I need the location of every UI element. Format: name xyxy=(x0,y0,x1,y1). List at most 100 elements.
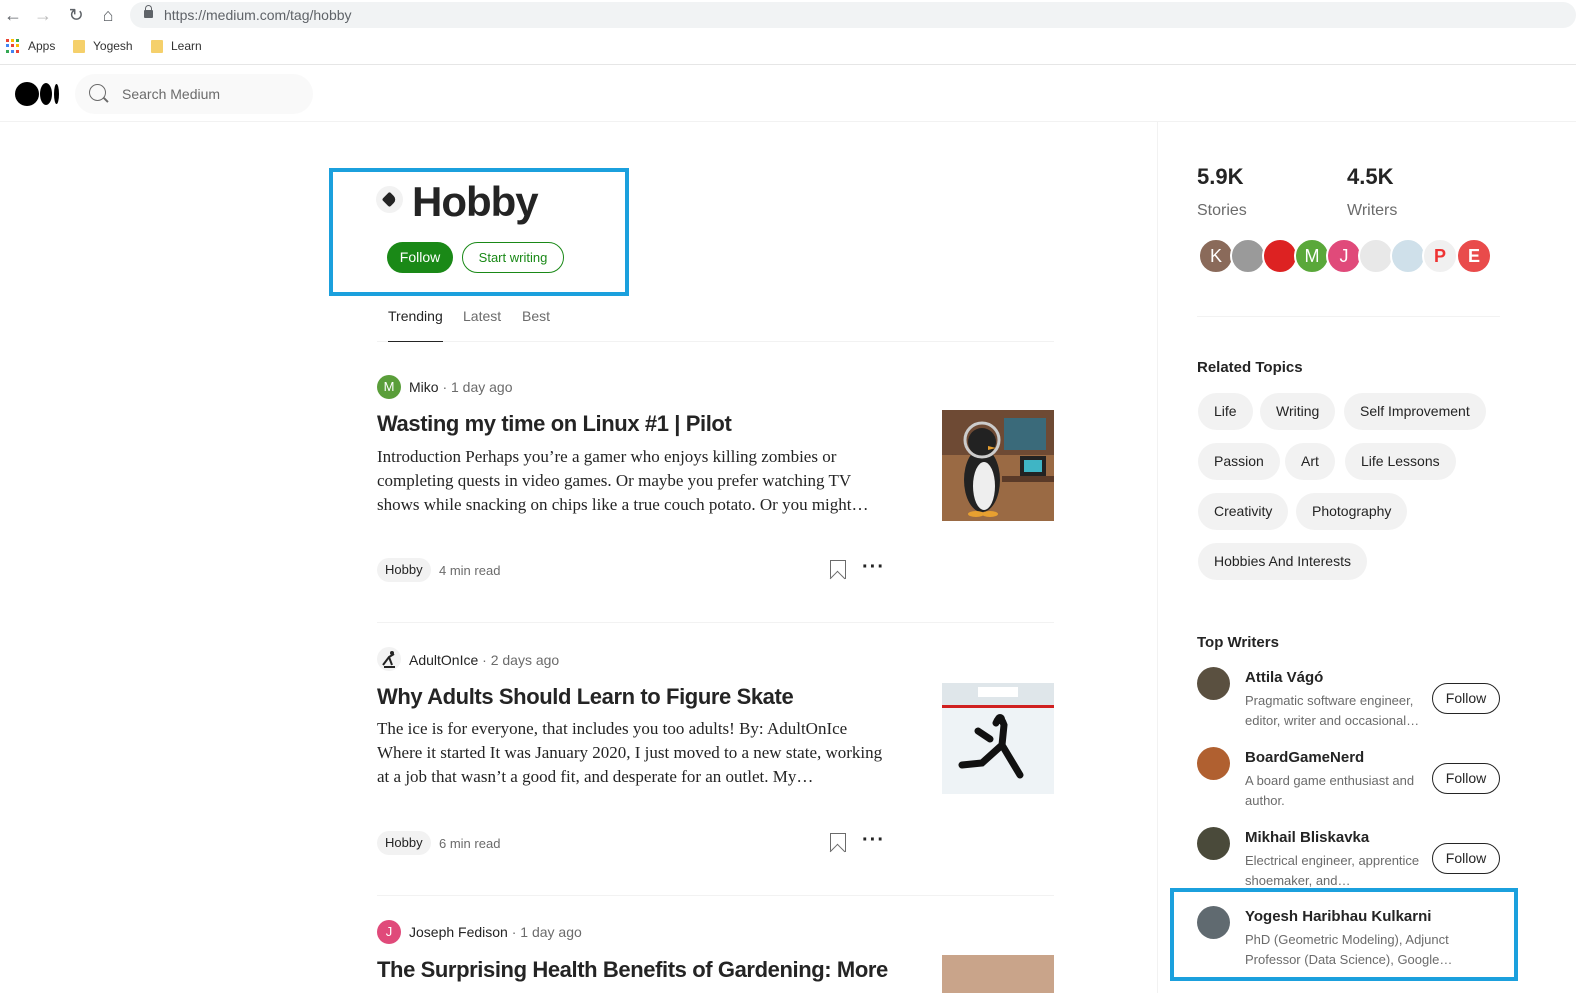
top-writers-heading: Top Writers xyxy=(1197,634,1279,651)
post-excerpt[interactable]: Introduction Perhaps you’re a gamer who … xyxy=(377,445,887,517)
bookmark-add-icon[interactable] xyxy=(830,833,846,852)
feed-tabs: Trending Latest Best xyxy=(377,300,1054,342)
writer-row[interactable]: Yogesh Haribhau Kulkarni PhD (Geometric … xyxy=(1197,906,1507,976)
writer-name[interactable]: BoardGameNerd xyxy=(1245,749,1364,766)
read-time: 4 min read xyxy=(439,563,501,578)
author-name[interactable]: AdultOnIce xyxy=(409,652,478,668)
writer-avatar[interactable] xyxy=(1230,238,1266,274)
follow-button[interactable]: Follow xyxy=(387,242,453,273)
tab-latest[interactable]: Latest xyxy=(463,308,501,324)
topic-chip[interactable]: Passion xyxy=(1198,443,1280,480)
address-bar[interactable]: https://medium.com/tag/hobby xyxy=(130,2,1576,28)
tag-chip[interactable]: Hobby xyxy=(377,831,431,855)
author-line: Miko · 1 day ago xyxy=(409,379,513,395)
writer-avatar[interactable] xyxy=(1262,238,1298,274)
post-title[interactable]: Wasting my time on Linux #1 | Pilot xyxy=(377,411,732,437)
bookmark-label: Yogesh xyxy=(93,39,133,53)
post-date: · 2 days ago xyxy=(482,652,560,668)
more-options-icon[interactable]: ··· xyxy=(862,829,885,852)
bookmark-label: Apps xyxy=(28,39,56,53)
penguin-image xyxy=(942,410,1054,521)
back-icon[interactable]: ← xyxy=(3,5,23,25)
author-avatar: M xyxy=(377,375,401,399)
writer-row[interactable]: BoardGameNerd A board game enthusiast an… xyxy=(1197,747,1507,817)
site-header: Search Medium xyxy=(0,66,1576,122)
tag-chip[interactable]: Hobby xyxy=(377,558,431,582)
post-date: · 1 day ago xyxy=(442,379,513,395)
writer-avatar[interactable]: K xyxy=(1198,238,1234,274)
search-icon xyxy=(89,84,106,101)
post-card[interactable]: J Joseph Fedison · 1 day ago The Surpris… xyxy=(377,896,1054,993)
home-icon[interactable]: ⌂ xyxy=(98,5,118,25)
follow-writer-button[interactable]: Follow xyxy=(1432,843,1500,874)
topic-chip[interactable]: Self Improvement xyxy=(1344,393,1486,430)
writer-bio: Electrical engineer, apprentice shoemake… xyxy=(1245,853,1420,888)
topic-chip[interactable]: Creativity xyxy=(1198,493,1289,530)
page-title: Hobby xyxy=(412,178,539,225)
skater-logo-icon xyxy=(382,651,395,668)
bookmark-learn[interactable]: Learn xyxy=(151,38,202,54)
browser-chrome: ← → ↻ ⌂ https://medium.com/tag/hobby App… xyxy=(0,0,1576,65)
writer-bio: Pragmatic software engineer, editor, wri… xyxy=(1245,693,1420,728)
bookmark-apps[interactable]: Apps xyxy=(6,38,55,54)
medium-logo[interactable] xyxy=(15,82,59,106)
topic-chip[interactable]: Life xyxy=(1198,393,1253,430)
author-avatar xyxy=(377,647,401,671)
topic-chip[interactable]: Art xyxy=(1285,443,1335,480)
topic-chip[interactable]: Life Lessons xyxy=(1345,443,1456,480)
writer-avatar[interactable] xyxy=(1197,906,1230,939)
writer-avatar[interactable]: P xyxy=(1422,238,1458,274)
writer-name[interactable]: Mikhail Bliskavka xyxy=(1245,829,1369,846)
post-thumbnail[interactable] xyxy=(942,683,1054,794)
post-excerpt[interactable]: The ice is for everyone, that includes y… xyxy=(377,717,887,789)
writer-avatar[interactable] xyxy=(1358,238,1394,274)
folder-icon xyxy=(151,39,163,53)
stories-label: Stories xyxy=(1197,202,1247,219)
bookmark-add-icon[interactable] xyxy=(830,560,846,579)
writer-avatar[interactable]: J xyxy=(1326,238,1362,274)
writers-count: 4.5K xyxy=(1347,164,1394,189)
more-options-icon[interactable]: ··· xyxy=(862,556,885,579)
bookmark-yogesh[interactable]: Yogesh xyxy=(73,38,133,54)
post-thumbnail[interactable] xyxy=(942,955,1054,993)
follow-writer-button[interactable]: Follow xyxy=(1432,683,1500,714)
follow-writer-button[interactable]: Follow xyxy=(1432,763,1500,794)
tab-trending[interactable]: Trending xyxy=(388,308,443,342)
writer-avatar[interactable]: M xyxy=(1294,238,1330,274)
author-name[interactable]: Joseph Fedison xyxy=(409,924,508,940)
writer-row[interactable]: Mikhail Bliskavka Electrical engineer, a… xyxy=(1197,827,1507,897)
post-title[interactable]: Why Adults Should Learn to Figure Skate xyxy=(377,684,794,710)
writer-avatar[interactable] xyxy=(1197,667,1230,700)
writer-row[interactable]: Attila Vágó Pragmatic software engineer,… xyxy=(1197,667,1507,737)
folder-icon xyxy=(73,39,85,53)
search-bar[interactable]: Search Medium xyxy=(75,74,313,114)
start-writing-button[interactable]: Start writing xyxy=(462,242,564,273)
reload-icon[interactable]: ↻ xyxy=(66,5,86,25)
writer-name[interactable]: Attila Vágó xyxy=(1245,669,1323,686)
author-line: AdultOnIce · 2 days ago xyxy=(409,652,559,668)
post-thumbnail[interactable] xyxy=(942,410,1054,521)
author-avatar: J xyxy=(377,920,401,944)
post-card[interactable]: M Miko · 1 day ago Wasting my time on Li… xyxy=(377,350,1054,623)
author-line: Joseph Fedison · 1 day ago xyxy=(409,924,582,940)
writer-avatar[interactable] xyxy=(1390,238,1426,274)
topic-chip[interactable]: Hobbies And Interests xyxy=(1198,543,1367,580)
post-date: · 1 day ago xyxy=(511,924,582,940)
skater-image xyxy=(942,683,1054,794)
writer-avatar[interactable]: E xyxy=(1456,238,1492,274)
writer-name[interactable]: Yogesh Haribhau Kulkarni xyxy=(1245,908,1431,925)
tab-best[interactable]: Best xyxy=(522,308,550,324)
forward-icon[interactable]: → xyxy=(33,5,53,25)
related-topics-heading: Related Topics xyxy=(1197,359,1303,376)
lock-icon xyxy=(144,5,153,18)
writer-avatar[interactable] xyxy=(1197,747,1230,780)
writer-bio: PhD (Geometric Modeling), Adjunct Profes… xyxy=(1245,932,1453,967)
post-title[interactable]: The Surprising Health Benefits of Garden… xyxy=(377,957,888,983)
search-input[interactable]: Search Medium xyxy=(122,86,220,102)
writer-avatar[interactable] xyxy=(1197,827,1230,860)
author-name[interactable]: Miko xyxy=(409,379,439,395)
post-card[interactable]: AdultOnIce · 2 days ago Why Adults Shoul… xyxy=(377,623,1054,896)
topic-chip[interactable]: Writing xyxy=(1260,393,1336,430)
writers-label: Writers xyxy=(1347,202,1398,219)
topic-chip[interactable]: Photography xyxy=(1296,493,1408,530)
